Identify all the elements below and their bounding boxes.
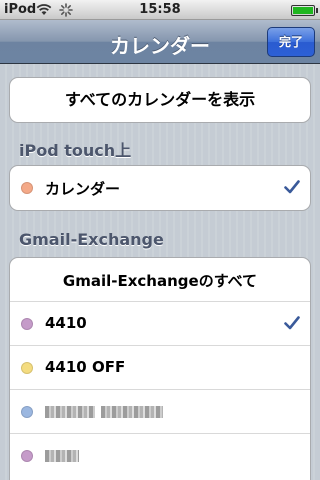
calendar-color-dot <box>21 318 33 330</box>
calendar-row[interactable]: 4410 OFF <box>10 346 310 390</box>
calendar-label: 4410 OFF <box>45 358 126 376</box>
battery-fill <box>293 7 313 14</box>
calendar-row[interactable]: カレンダー <box>10 166 310 210</box>
battery-icon <box>291 5 318 16</box>
show-all-calendars-button[interactable]: すべてのカレンダーを表示 <box>9 77 311 123</box>
all-gmail-calendars-label: Gmail-Exchangeのすべて <box>62 272 258 290</box>
calendar-row[interactable] <box>10 434 310 478</box>
done-button[interactable]: 完了 <box>267 27 315 57</box>
section-header-ipod: iPod touch上 <box>19 141 132 160</box>
redacted-label <box>101 406 163 418</box>
status-time: 15:58 <box>139 2 181 17</box>
navigation-bar: カレンダー 完了 <box>0 20 320 64</box>
status-bar: iPod 15:58 <box>0 0 320 20</box>
checkmark-icon <box>284 316 300 330</box>
calendar-color-dot <box>21 450 33 462</box>
checkmark-icon <box>284 180 300 194</box>
section-header-gmail: Gmail-Exchange <box>19 230 164 249</box>
all-gmail-calendars-row[interactable]: Gmail-Exchangeのすべて <box>10 258 310 302</box>
calendar-color-dot <box>21 182 33 194</box>
gmail-calendar-group: Gmail-Exchangeのすべて 4410 4410 OFF <box>9 257 311 480</box>
calendar-row[interactable]: 4410 <box>10 302 310 346</box>
calendar-color-dot <box>21 362 33 374</box>
calendar-label: 4410 <box>45 314 87 332</box>
ipod-calendar-group: カレンダー <box>9 165 311 211</box>
redacted-label <box>45 406 95 418</box>
calendar-list[interactable]: すべてのカレンダーを表示 iPod touch上 カレンダー Gmail-Exc… <box>0 65 320 480</box>
calendar-label: カレンダー <box>45 180 121 198</box>
calendar-row[interactable] <box>10 390 310 434</box>
calendar-color-dot <box>21 406 33 418</box>
redacted-label <box>45 450 79 462</box>
